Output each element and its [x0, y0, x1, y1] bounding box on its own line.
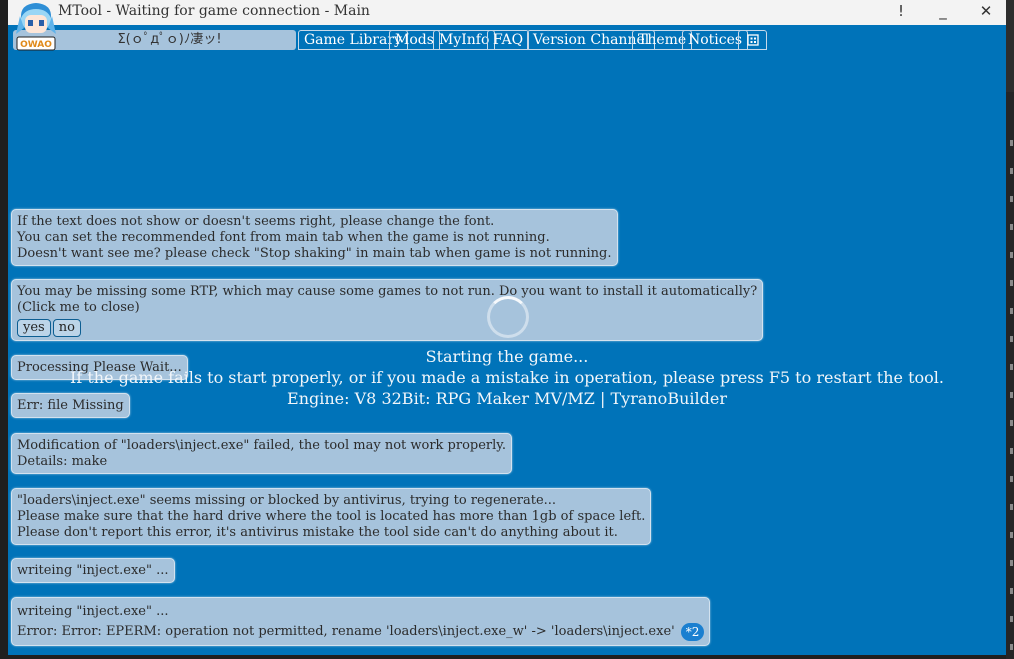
tab-bar: Σ(ｏﾟдﾟｏ)ﾉ凄ッ! Game Library Mods MyInfo FA…: [8, 25, 1006, 53]
background-mark: [1010, 364, 1013, 370]
message-line: Please don't report this error, it's ant…: [17, 525, 618, 540]
grid-icon: [747, 34, 759, 46]
background-mark: [1010, 448, 1013, 454]
pin-button[interactable]: !: [881, 0, 921, 25]
mascot-avatar-icon: OWAO: [14, 0, 60, 52]
background-mark: [1010, 196, 1013, 202]
minimize-button[interactable]: _: [923, 0, 963, 25]
rtp-yes-button[interactable]: yes: [17, 319, 51, 337]
message-line: "loaders\inject.exe" seems missing or bl…: [17, 493, 557, 508]
background-mark: [1010, 308, 1013, 314]
background-mark: [1010, 420, 1013, 426]
message-line: You may be missing some RTP, which may c…: [17, 284, 758, 299]
rtp-no-button[interactable]: no: [52, 319, 81, 337]
loading-spinner-icon: [487, 296, 529, 338]
message-line: Details: make: [17, 454, 108, 469]
tab-faq[interactable]: FAQ: [487, 30, 530, 50]
message-line: Doesn't want see me? please check "Stop …: [17, 246, 612, 261]
message-line: Modification of "loaders\inject.exe" fai…: [17, 438, 507, 453]
writing-message[interactable]: writeing "inject.exe" ...: [11, 558, 175, 583]
background-mark: [1010, 560, 1013, 566]
message-line: (Click me to close): [17, 300, 140, 315]
background-mark: [1010, 252, 1013, 258]
antivirus-warning-message[interactable]: "loaders\inject.exe" seems missing or bl…: [11, 488, 652, 545]
modification-failed-message[interactable]: Modification of "loaders\inject.exe" fai…: [11, 433, 513, 474]
rename-error-message[interactable]: writeing "inject.exe" ... Error: Error: …: [11, 597, 711, 646]
background-mark: [1010, 616, 1013, 622]
starting-status: Starting the game...: [425, 347, 589, 366]
main-content: If the text does not show or doesn't see…: [8, 53, 1006, 655]
background-mark: [1010, 224, 1013, 230]
message-line: Error: Error: EPERM: operation not permi…: [17, 624, 675, 639]
background-mark: [1010, 476, 1013, 482]
message-line: If the text does not show or doesn't see…: [17, 214, 495, 229]
window-title: MTool - Waiting for game connection - Ma…: [58, 3, 370, 19]
background-mark: [1010, 140, 1013, 146]
repeat-count-badge: *2: [680, 622, 705, 641]
background-mark: [1010, 504, 1013, 510]
close-button[interactable]: ✕: [966, 0, 1006, 25]
avatar-badge-text: OWAO: [20, 40, 52, 50]
background-mark: [1010, 588, 1013, 594]
message-line: Please make sure that the hard drive whe…: [17, 509, 646, 524]
mtool-window: MTool - Waiting for game connection - Ma…: [8, 0, 1006, 655]
message-line: writeing "inject.exe" ...: [17, 563, 169, 578]
restart-hint: If the game fails to start properly, or …: [70, 368, 944, 387]
background-mark: [1010, 644, 1013, 650]
title-bar[interactable]: MTool - Waiting for game connection - Ma…: [8, 0, 1006, 25]
rtp-prompt-message[interactable]: You may be missing some RTP, which may c…: [11, 279, 764, 341]
background-mark: [1010, 168, 1013, 174]
kaomoji-label: Σ(ｏﾟдﾟｏ)ﾉ凄ッ!: [117, 32, 222, 47]
background-window-strip: [1006, 0, 1014, 659]
tab-extra[interactable]: [738, 30, 767, 50]
background-mark: [1010, 532, 1013, 538]
message-line: writeing "inject.exe" ...: [17, 604, 169, 619]
background-mark: [1010, 336, 1013, 342]
font-hint-message[interactable]: If the text does not show or doesn't see…: [11, 209, 618, 266]
engine-info: Engine: V8 32Bit: RPG Maker MV/MZ | Tyra…: [287, 389, 727, 408]
background-mark: [1010, 280, 1013, 286]
background-window-topbar: [1006, 0, 1014, 92]
background-mark: [1010, 392, 1013, 398]
message-line: You can set the recommended font from ma…: [17, 230, 550, 245]
